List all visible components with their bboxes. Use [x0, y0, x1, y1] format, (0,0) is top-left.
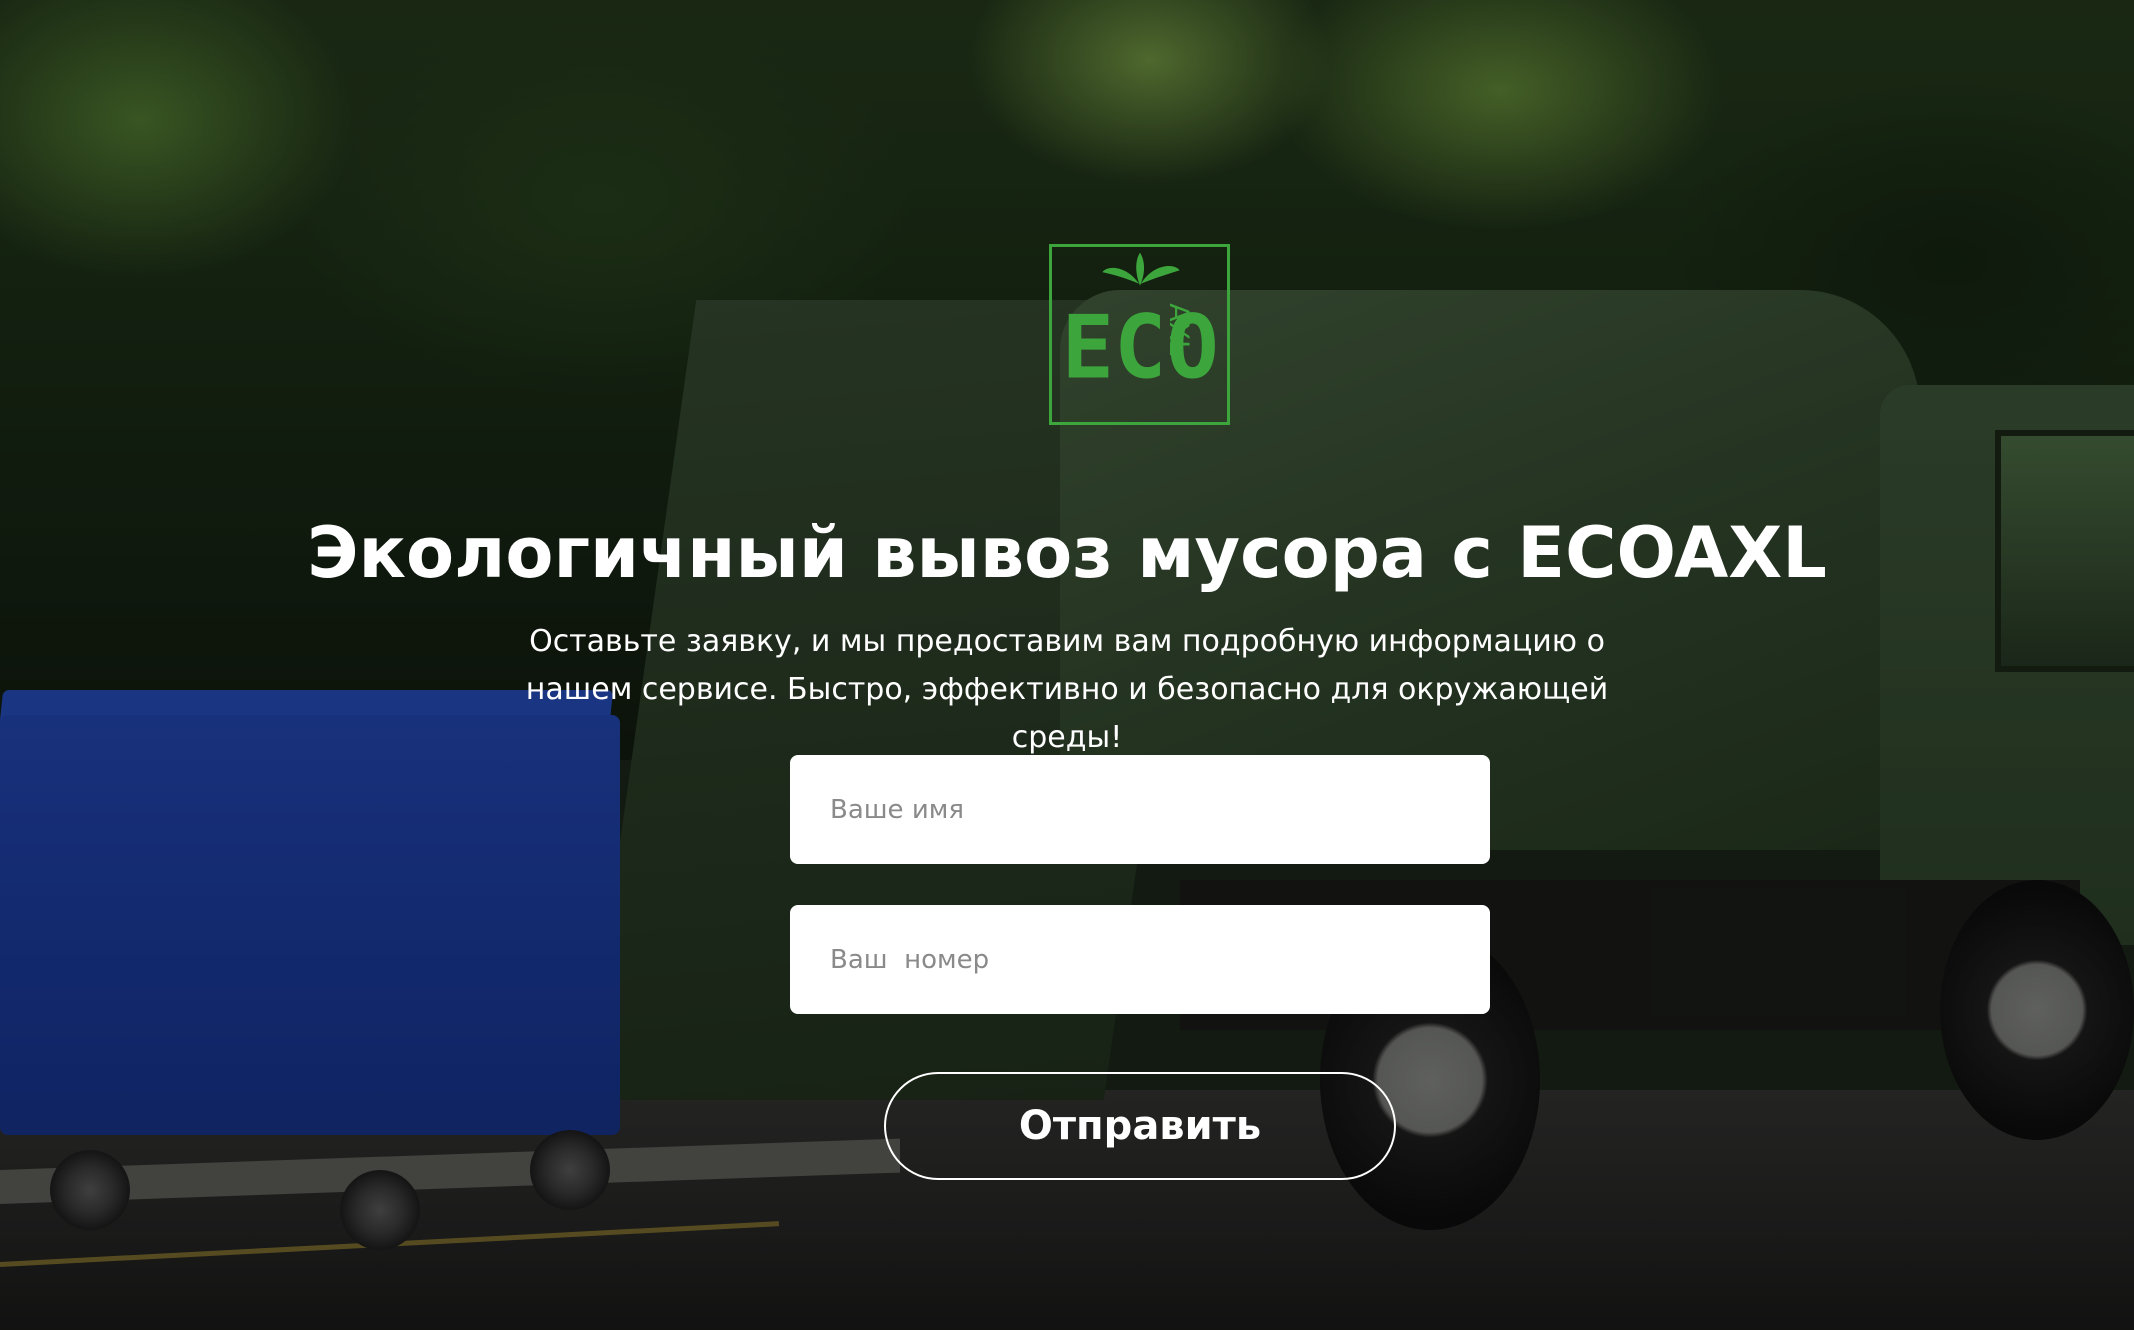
- hero-subtitle: Оставьте заявку, и мы предоставим вам по…: [525, 624, 1609, 755]
- logo-axl-text: AXL: [1163, 303, 1194, 355]
- phone-input[interactable]: [790, 905, 1490, 1014]
- ecoaxl-logo[interactable]: ECO AXL: [1049, 244, 1230, 425]
- leaf-icon: [1102, 252, 1180, 286]
- logo-eco-text: ECO: [1062, 297, 1219, 399]
- logo-graphic: ECO AXL: [1062, 252, 1219, 399]
- page-title: Экологичный вывоз мусора с ECOAXL: [307, 512, 1827, 594]
- hero-section: ECO AXL Экологичный вывоз мусора с ECOAX…: [0, 0, 2134, 1330]
- name-input[interactable]: [790, 755, 1490, 864]
- submit-button[interactable]: Отправить: [884, 1072, 1396, 1180]
